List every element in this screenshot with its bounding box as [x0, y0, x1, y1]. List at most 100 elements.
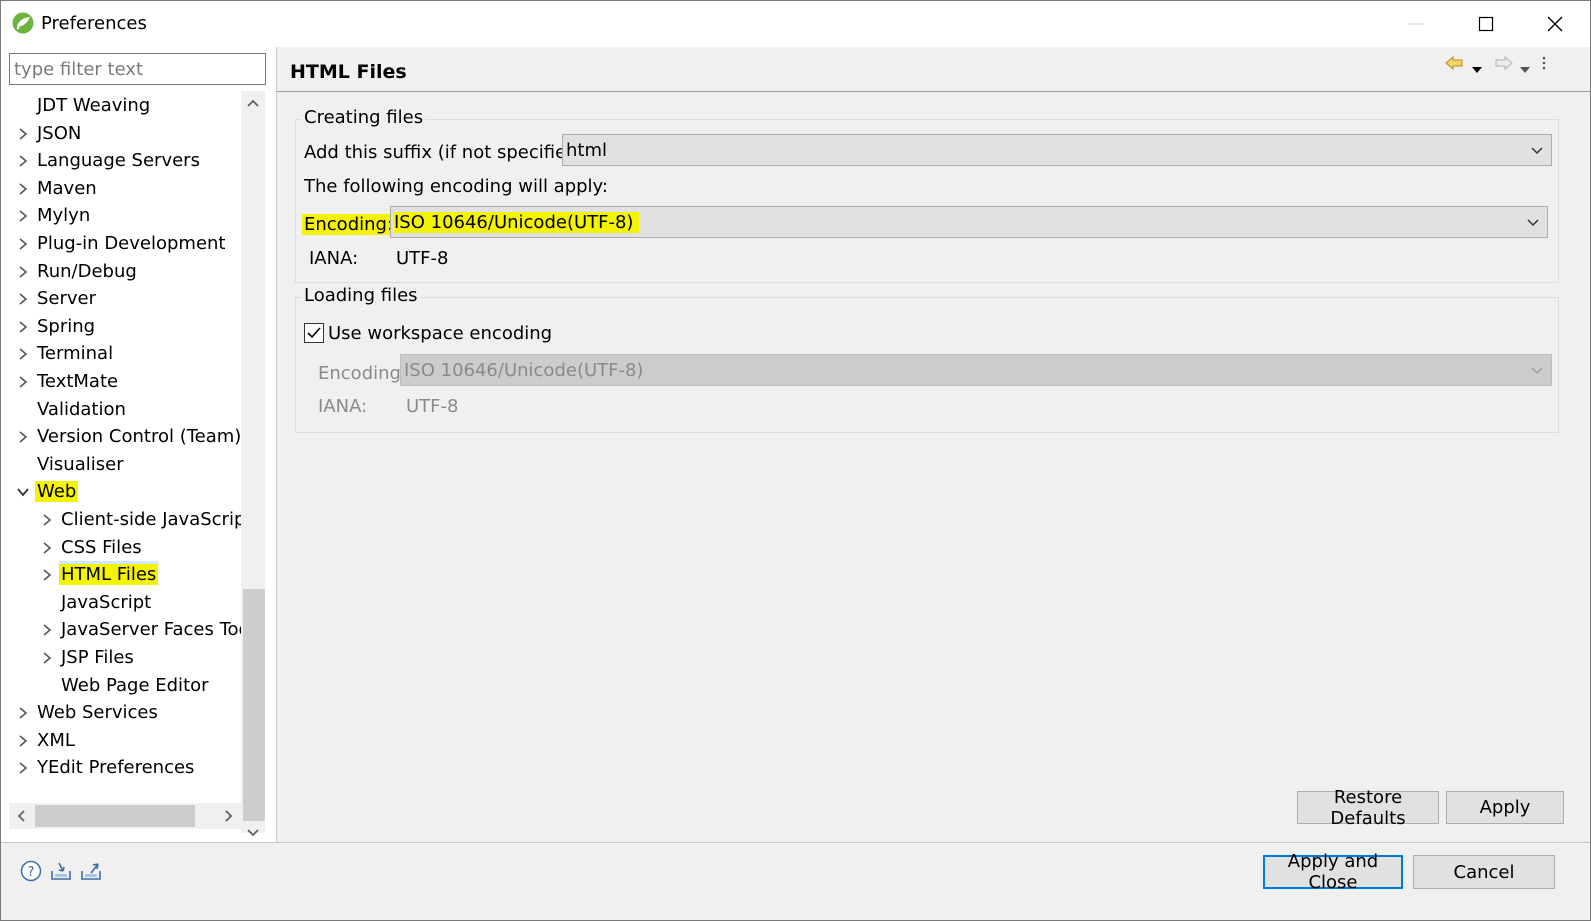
- suffix-combo[interactable]: html: [562, 134, 1552, 166]
- tree-item[interactable]: Web Services: [1, 699, 241, 726]
- tree-item[interactable]: Run/Debug: [1, 258, 241, 285]
- tree-item[interactable]: Language Servers: [1, 147, 241, 174]
- creating-encoding-combo[interactable]: ISO 10646/Unicode(UTF-8): [390, 206, 1548, 238]
- horizontal-scroll-thumb[interactable]: [35, 805, 195, 827]
- tree-item[interactable]: Visualiser: [1, 451, 241, 478]
- loading-iana-label: IANA:: [318, 396, 368, 417]
- tree-item-label: Server: [37, 288, 97, 310]
- minimize-button[interactable]: [1381, 1, 1451, 47]
- tree-item[interactable]: JavaServer Faces Tools: [1, 616, 241, 643]
- tree-item-label: Mylyn: [37, 205, 91, 227]
- tree-item[interactable]: Web: [1, 478, 241, 505]
- suffix-label: Add this suffix (if not specified):: [304, 142, 591, 163]
- chevron-right-icon[interactable]: [16, 154, 30, 168]
- spring-app-icon: [12, 12, 34, 34]
- tree-item[interactable]: Maven: [1, 175, 241, 202]
- chevron-right-icon[interactable]: [16, 320, 30, 334]
- tree-item[interactable]: Terminal: [1, 340, 241, 367]
- scroll-right-arrow-icon[interactable]: [217, 803, 241, 829]
- import-icon[interactable]: [49, 859, 73, 883]
- chevron-right-icon[interactable]: [40, 623, 54, 637]
- tree-item-label: Validation: [37, 398, 126, 420]
- chevron-right-icon[interactable]: [40, 541, 54, 555]
- help-icon[interactable]: ?: [19, 859, 43, 883]
- tree-item-label: Language Servers: [37, 150, 200, 172]
- chevron-right-icon[interactable]: [16, 265, 30, 279]
- chevron-right-icon[interactable]: [16, 430, 30, 444]
- window-title: Preferences: [41, 13, 147, 34]
- export-icon[interactable]: [79, 859, 103, 883]
- loading-encoding-combo[interactable]: ISO 10646/Unicode(UTF-8): [400, 354, 1552, 386]
- cancel-button[interactable]: Cancel: [1413, 855, 1555, 889]
- use-workspace-label[interactable]: Use workspace encoding: [328, 323, 552, 344]
- loading-files-title: Loading files: [302, 285, 420, 306]
- tree-item-label: Version Control (Team): [37, 426, 241, 448]
- tree-item[interactable]: CSS Files: [1, 534, 241, 561]
- tree-item-label: JavaServer Faces Tools: [61, 619, 241, 641]
- forward-arrow-icon[interactable]: [1495, 55, 1513, 74]
- tree-item[interactable]: XML: [1, 727, 241, 754]
- dialog-button-bar: ? Apply and Close Cancel: [1, 842, 1590, 920]
- scroll-up-arrow-icon[interactable]: [241, 91, 265, 115]
- svg-text:?: ?: [28, 865, 35, 880]
- tree-item[interactable]: Server: [1, 285, 241, 312]
- tree-item[interactable]: JavaScript: [1, 589, 241, 616]
- maximize-button[interactable]: [1451, 1, 1521, 47]
- tree-item[interactable]: HTML Files: [1, 561, 241, 588]
- chevron-right-icon[interactable]: [16, 347, 30, 361]
- tree-item[interactable]: TextMate: [1, 368, 241, 395]
- tree-item[interactable]: YEdit Preferences: [1, 754, 241, 781]
- chevron-right-icon[interactable]: [16, 292, 30, 306]
- loading-encoding-value: ISO 10646/Unicode(UTF-8): [404, 359, 644, 381]
- preferences-window: Preferences JDT Weaving JSON Language Serv…: [0, 0, 1591, 921]
- tree-item-label: HTML Files: [59, 564, 159, 586]
- chevron-right-icon[interactable]: [40, 651, 54, 665]
- tree-item[interactable]: Validation: [1, 396, 241, 423]
- page-navigation: [1445, 55, 1565, 77]
- close-button[interactable]: [1520, 1, 1590, 47]
- chevron-right-icon[interactable]: [16, 375, 30, 389]
- creating-files-title: Creating files: [302, 107, 426, 128]
- back-menu-icon[interactable]: [1471, 59, 1483, 78]
- tree-item[interactable]: JSP Files: [1, 644, 241, 671]
- chevron-right-icon[interactable]: [16, 209, 30, 223]
- tree-horizontal-scrollbar[interactable]: [9, 803, 241, 829]
- forward-menu-icon[interactable]: [1519, 59, 1531, 78]
- tree-item[interactable]: Web Page Editor: [1, 672, 241, 699]
- page-title: HTML Files: [290, 61, 407, 83]
- preferences-tree-pane: JDT Weaving JSON Language Servers Maven Myly…: [1, 47, 277, 842]
- chevron-right-icon[interactable]: [16, 127, 30, 141]
- tree-vertical-scrollbar[interactable]: [241, 91, 265, 837]
- restore-defaults-button[interactable]: Restore Defaults: [1297, 787, 1439, 829]
- tree-item-label: JDT Weaving: [37, 95, 151, 116]
- chevron-down-icon[interactable]: [16, 485, 30, 499]
- scroll-left-arrow-icon[interactable]: [9, 803, 33, 829]
- tree-item-label: CSS Files: [61, 536, 142, 558]
- loading-files-group: Loading files Use workspace encoding Enc…: [295, 285, 1559, 433]
- apply-and-close-button[interactable]: Apply and Close: [1263, 851, 1403, 893]
- tree-item[interactable]: JDT Weaving: [1, 92, 241, 119]
- chevron-right-icon[interactable]: [16, 706, 30, 720]
- use-workspace-checkbox[interactable]: [304, 323, 324, 343]
- creating-iana-label: IANA:: [309, 248, 359, 269]
- back-arrow-icon[interactable]: [1445, 55, 1463, 74]
- filter-input[interactable]: [9, 53, 266, 85]
- apply-button[interactable]: Apply: [1446, 791, 1564, 824]
- tree-item[interactable]: Spring: [1, 313, 241, 340]
- tree-item[interactable]: JSON: [1, 120, 241, 147]
- tree-item-label: Terminal: [37, 343, 114, 365]
- chevron-right-icon[interactable]: [16, 761, 30, 775]
- tree-item[interactable]: Mylyn: [1, 202, 241, 229]
- chevron-right-icon[interactable]: [16, 734, 30, 748]
- tree-item[interactable]: Plug-in Development: [1, 230, 241, 257]
- vertical-scroll-thumb[interactable]: [243, 589, 265, 821]
- chevron-right-icon[interactable]: [16, 237, 30, 251]
- tree-item[interactable]: Client-side JavaScript: [1, 506, 241, 533]
- chevron-right-icon[interactable]: [40, 568, 54, 582]
- tree-item-label: XML: [37, 729, 75, 751]
- chevron-right-icon[interactable]: [16, 182, 30, 196]
- chevron-right-icon[interactable]: [40, 513, 54, 527]
- view-menu-icon[interactable]: [1541, 55, 1547, 75]
- tree-item[interactable]: Version Control (Team): [1, 423, 241, 450]
- tree-item-label: Plug-in Development: [37, 233, 226, 254]
